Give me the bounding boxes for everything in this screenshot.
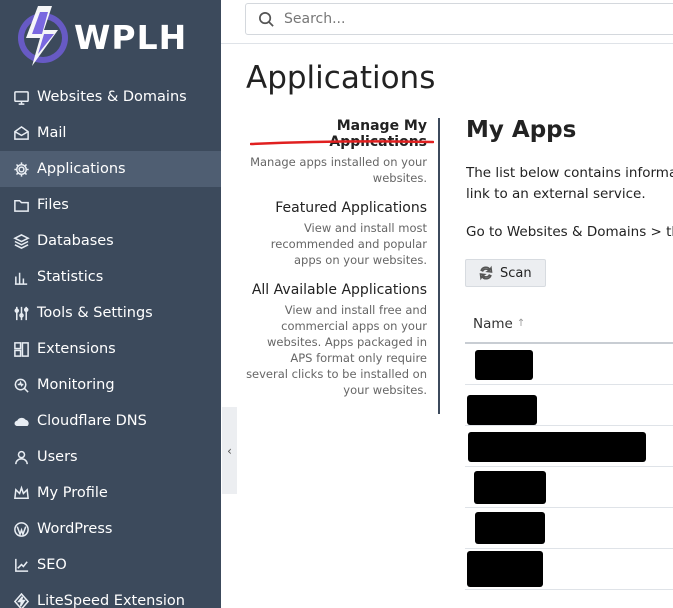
sidebar-item-databases[interactable]: Databases [0, 223, 221, 259]
sidebar-item-statistics[interactable]: Statistics [0, 259, 221, 295]
sidebar-item-my-profile[interactable]: My Profile [0, 475, 221, 511]
redacted-block [467, 395, 537, 425]
sidebar-item-label: Databases [37, 233, 114, 249]
brand-name: WPLH [74, 18, 188, 57]
sidebar: WPLH Websites & Domains Mail Application… [0, 0, 221, 608]
redacted-block [475, 512, 545, 544]
sidebar-item-label: Mail [37, 125, 67, 141]
subnav-item-manage-my-applications: Manage My Applications Manage apps insta… [245, 118, 427, 186]
table-row[interactable] [465, 426, 673, 467]
sidebar-item-applications[interactable]: Applications [0, 151, 221, 187]
column-header-name[interactable]: Name ↑ [465, 305, 673, 344]
search-input[interactable] [284, 11, 664, 27]
sidebar-item-mail[interactable]: Mail [0, 115, 221, 151]
subnav-desc: Manage apps installed on your websites. [250, 155, 427, 185]
monitor-icon [12, 88, 30, 106]
seo-icon [12, 556, 30, 574]
red-annotation-underline [250, 140, 434, 146]
refresh-icon [479, 265, 493, 281]
table-row[interactable] [465, 549, 673, 590]
my-apps-description: The list below contains informat link to… [466, 163, 673, 205]
monitoring-icon [12, 376, 30, 394]
table-row[interactable] [465, 508, 673, 549]
sidebar-item-label: Tools & Settings [37, 305, 153, 321]
redacted-block [474, 471, 546, 504]
sidebar-item-label: My Profile [37, 485, 108, 501]
mail-icon [12, 124, 30, 142]
subnav-link-all-available-applications[interactable]: All Available Applications [245, 282, 427, 298]
topbar [221, 0, 673, 44]
sidebar-item-label: Users [37, 449, 78, 465]
sidebar-item-label: Websites & Domains [37, 89, 187, 105]
sidebar-item-label: Cloudflare DNS [37, 413, 147, 429]
description-line-1: The list below contains informat [466, 165, 673, 181]
search-icon [259, 11, 274, 27]
crown-icon [12, 484, 30, 502]
go-to-hint: Go to Websites & Domains > the [466, 224, 673, 240]
sidebar-item-monitoring[interactable]: Monitoring [0, 367, 221, 403]
scan-button[interactable]: Scan [465, 259, 546, 287]
sidebar-item-label: LiteSpeed Extension [37, 593, 185, 608]
sidebar-item-litespeed-extension[interactable]: LiteSpeed Extension [0, 583, 221, 608]
litespeed-icon [12, 592, 30, 608]
sidebar-item-label: Statistics [37, 269, 104, 285]
sidebar-item-label: WordPress [37, 521, 113, 537]
sidebar-item-files[interactable]: Files [0, 187, 221, 223]
folder-icon [12, 196, 30, 214]
subnav-link-featured-applications[interactable]: Featured Applications [245, 200, 427, 216]
column-header-label: Name [473, 315, 513, 332]
extensions-icon [12, 340, 30, 358]
page-title: Applications [246, 60, 436, 96]
lightning-logo-icon [18, 6, 68, 66]
sidebar-item-label: Files [37, 197, 69, 213]
sidebar-item-wordpress[interactable]: WordPress [0, 511, 221, 547]
sidebar-item-seo[interactable]: SEO [0, 547, 221, 583]
sidebar-item-cloudflare-dns[interactable]: Cloudflare DNS [0, 403, 221, 439]
table-row[interactable] [465, 344, 673, 385]
sidebar-item-label: Extensions [37, 341, 116, 357]
redacted-block [468, 432, 646, 462]
table-row[interactable] [465, 385, 673, 426]
sidebar-item-extensions[interactable]: Extensions [0, 331, 221, 367]
table-row[interactable] [465, 467, 673, 508]
subnav-item-all-available-applications: All Available Applications View and inst… [245, 282, 427, 398]
wordpress-icon [12, 520, 30, 538]
sidebar-item-websites-domains[interactable]: Websites & Domains [0, 79, 221, 115]
search-box[interactable] [245, 3, 673, 35]
sidebar-collapse-handle[interactable]: ‹ [222, 407, 237, 494]
redacted-block [467, 551, 543, 587]
sort-arrow-icon: ↑ [516, 318, 526, 329]
cloud-icon [12, 412, 30, 430]
scan-label: Scan [500, 265, 532, 281]
subnav-item-featured-applications: Featured Applications View and install m… [245, 200, 427, 268]
redacted-block [475, 350, 533, 380]
brand-logo[interactable]: WPLH [14, 4, 214, 68]
sliders-icon [12, 304, 30, 322]
apps-table: Name ↑ [465, 305, 673, 590]
gear-icon [12, 160, 30, 178]
subnav-desc: View and install free and commercial app… [246, 303, 427, 397]
sidebar-item-label: Applications [37, 161, 126, 177]
bar-chart-icon [12, 268, 30, 286]
chevron-left-icon: ‹ [227, 443, 232, 458]
sidebar-nav: Websites & Domains Mail Applications Fil… [0, 79, 221, 608]
sidebar-item-tools-settings[interactable]: Tools & Settings [0, 295, 221, 331]
sidebar-item-label: Monitoring [37, 377, 115, 393]
sidebar-item-users[interactable]: Users [0, 439, 221, 475]
user-icon [12, 448, 30, 466]
subnav-desc: View and install most recommended and po… [270, 221, 427, 267]
sidebar-item-label: SEO [37, 557, 67, 573]
my-apps-title: My Apps [466, 117, 577, 143]
database-icon [12, 232, 30, 250]
description-line-2: link to an external service. [466, 186, 646, 202]
applications-subnav: Manage My Applications Manage apps insta… [245, 118, 440, 414]
